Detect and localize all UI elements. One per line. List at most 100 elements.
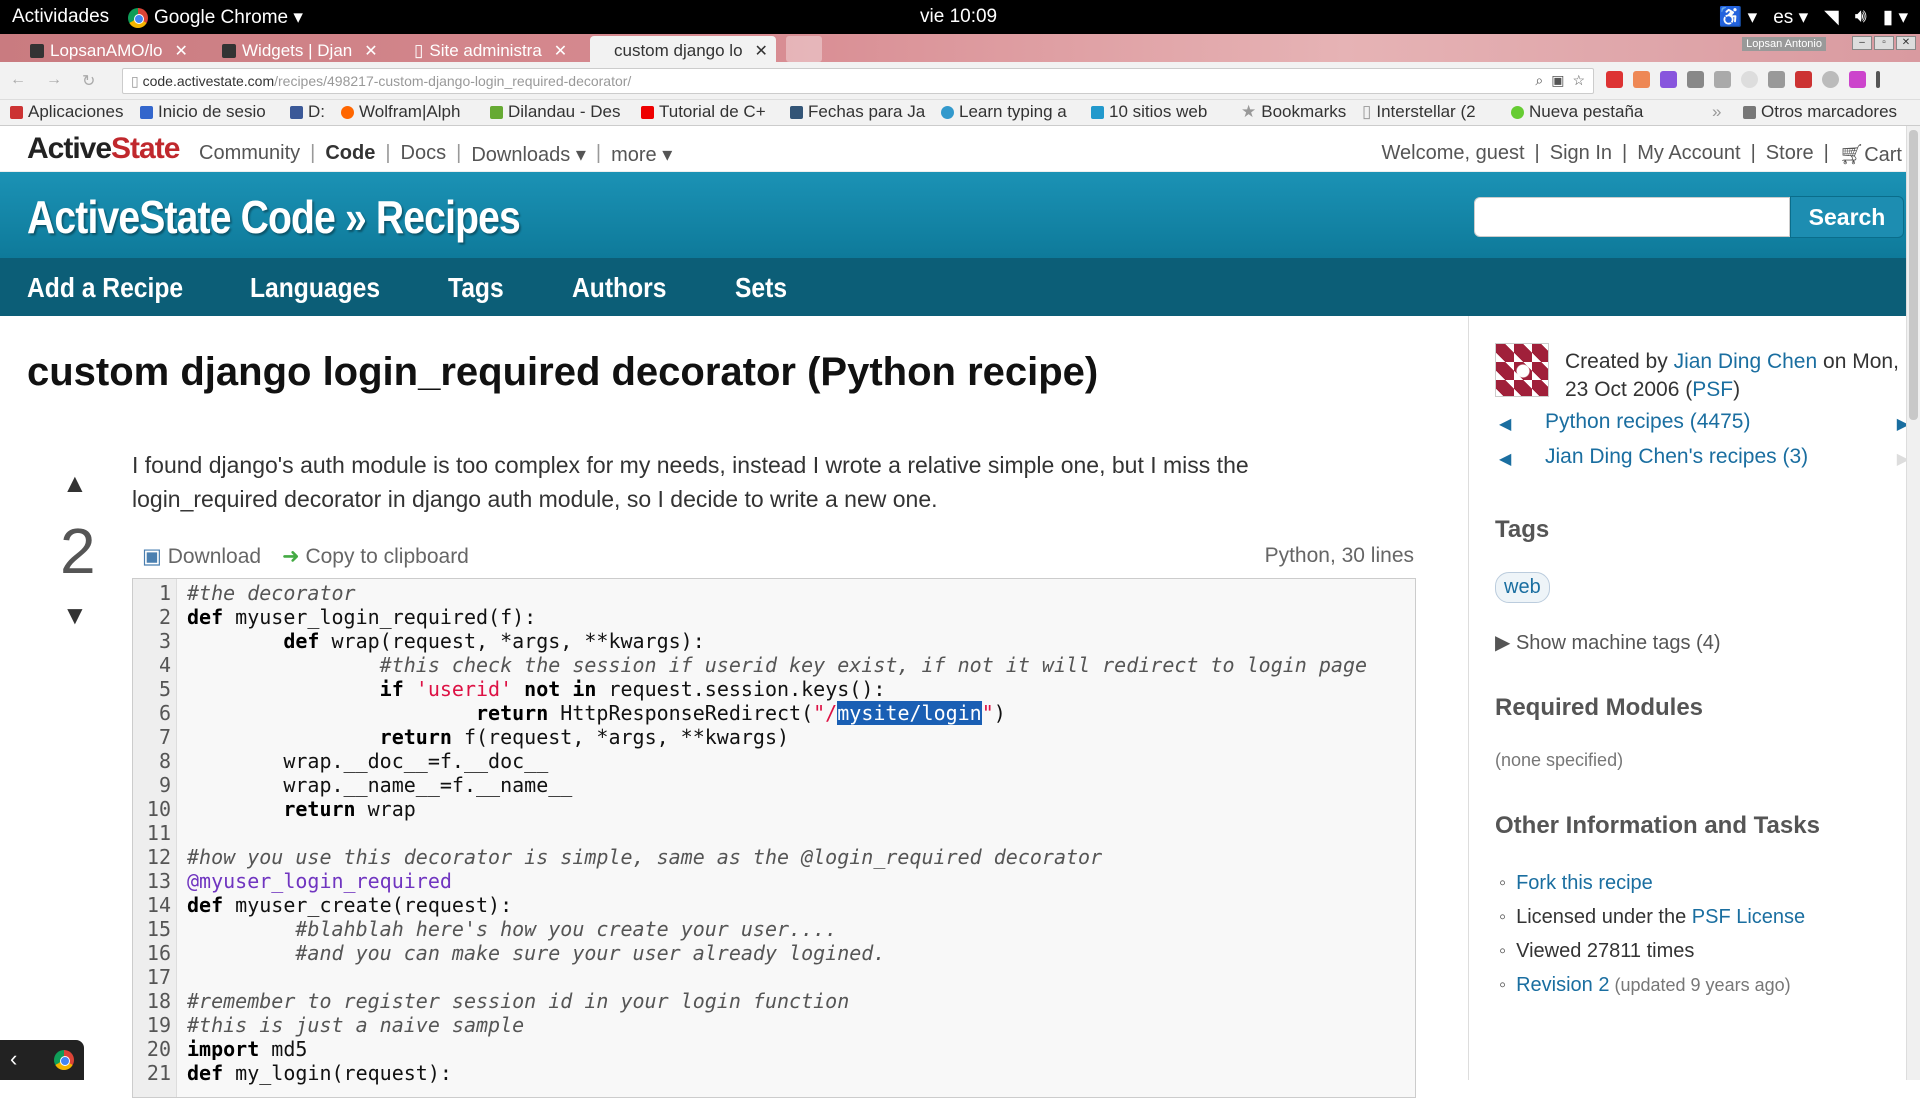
system-tray[interactable]: ♿ ▾ es ▾ ◥ 🔊︎ ▮ ▾	[1719, 5, 1908, 29]
bookmark[interactable]: Nueva pestaña	[1511, 102, 1643, 122]
bookmark[interactable]: Learn typing a	[941, 102, 1067, 122]
store-link[interactable]: Store	[1766, 142, 1814, 167]
bookmark[interactable]: 10 sitios web	[1091, 102, 1207, 122]
menu-icon[interactable]	[1876, 71, 1880, 88]
bookmark[interactable]: Inicio de sesio	[140, 102, 266, 122]
zoom-icon[interactable]: ⌕	[1535, 72, 1543, 89]
chevron-left-icon[interactable]: ‹	[10, 1046, 17, 1072]
close-icon[interactable]: ✕	[174, 41, 187, 61]
chrome-icon[interactable]	[54, 1050, 74, 1070]
close-icon[interactable]: ✕	[755, 41, 768, 61]
back-icon[interactable]: ←	[10, 71, 26, 91]
nav-authors[interactable]: Authors	[572, 272, 666, 304]
new-tab-button[interactable]	[786, 36, 822, 62]
prev-icon[interactable]: ◀	[1499, 414, 1511, 434]
site-title[interactable]: ActiveState Code » Recipes	[27, 190, 521, 244]
bookmark-apps[interactable]: Aplicaciones	[10, 102, 123, 122]
code-line: #and you can make sure your user already…	[295, 941, 886, 965]
other-bookmarks[interactable]: Otros marcadores	[1743, 102, 1897, 122]
extension-icon[interactable]	[1822, 71, 1839, 88]
translate-icon[interactable]: ▣	[1551, 72, 1564, 89]
profile-badge[interactable]: Lopsan Antonio	[1742, 37, 1826, 51]
bookmark[interactable]: ★ Bookmarks	[1241, 102, 1346, 122]
code-block[interactable]: 1 #the decorator 2 def myuser_login_require…	[132, 578, 1416, 1098]
tab-django-widgets[interactable]: Widgets | Djan ✕	[204, 36, 390, 62]
close-icon[interactable]: ✕	[364, 41, 377, 61]
bookmark[interactable]: ▯ Interstellar (2	[1362, 102, 1476, 122]
adblock-icon[interactable]	[1606, 71, 1623, 88]
nav-more[interactable]: more ▾	[611, 142, 672, 167]
django-icon	[222, 44, 236, 58]
download-link[interactable]: ▣ Download	[142, 544, 261, 569]
reload-icon[interactable]: ↻	[82, 71, 95, 91]
tab-site-admin[interactable]: ▯ Site administra ✕	[396, 36, 582, 62]
close-icon[interactable]: ✕	[554, 41, 567, 61]
scrollbar-thumb[interactable]	[1909, 130, 1918, 420]
bookmark[interactable]: D:	[290, 102, 325, 122]
bookmark[interactable]: Tutorial de C+	[641, 102, 766, 122]
wifi-icon[interactable]: ◥	[1824, 6, 1839, 29]
minimize-icon[interactable]: –	[1852, 36, 1872, 50]
extension-icon[interactable]	[1687, 71, 1704, 88]
address-bar[interactable]: ▯ code.activestate.com/recipes/498217-cu…	[122, 68, 1594, 94]
chevron-icon[interactable]: »	[1712, 102, 1721, 122]
nav-docs[interactable]: Docs	[401, 142, 447, 167]
cart-link[interactable]: 🛒︎Cart	[1839, 142, 1902, 167]
bookmark[interactable]: Wolfram|Alph	[341, 102, 460, 122]
extension-icon[interactable]	[1795, 71, 1812, 88]
nav-community[interactable]: Community	[199, 142, 300, 167]
extension-icon[interactable]	[1714, 71, 1731, 88]
nav-tags[interactable]: Tags	[448, 272, 504, 304]
code-line: return f(request, *args, **kwargs)	[379, 725, 790, 749]
activestate-logo[interactable]: ActiveState	[27, 132, 180, 166]
bookmark-star-icon[interactable]: ☆	[1572, 72, 1585, 89]
python-recipes-link[interactable]: Python recipes (4475)	[1545, 410, 1750, 434]
tab-github[interactable]: LopsanAMO/lo ✕	[12, 36, 198, 62]
fork-link[interactable]: Fork this recipe	[1516, 872, 1653, 894]
maximize-icon[interactable]: ▫	[1874, 36, 1894, 50]
chrome-icon	[128, 7, 148, 28]
vote-up-icon[interactable]: ▲	[62, 468, 88, 499]
search-input[interactable]	[1474, 197, 1790, 237]
close-window-icon[interactable]: ✕	[1896, 36, 1916, 50]
bookmark[interactable]: Fechas para Ja	[790, 102, 925, 122]
extension-icon[interactable]	[1741, 71, 1758, 88]
extension-icon[interactable]	[1633, 71, 1650, 88]
forward-icon[interactable]: →	[46, 71, 62, 91]
activities-button[interactable]: Actividades	[12, 6, 109, 28]
scrollbar[interactable]	[1906, 126, 1920, 1080]
extension-icon[interactable]	[1660, 71, 1677, 88]
author-recipes-link[interactable]: Jian Ding Chen's recipes (3)	[1545, 445, 1808, 469]
prev-icon[interactable]: ◀	[1499, 449, 1511, 469]
author-link[interactable]: Jian Ding Chen	[1674, 350, 1818, 373]
volume-icon[interactable]: 🔊︎	[1855, 6, 1867, 28]
vote-down-icon[interactable]: ▼	[62, 600, 88, 631]
clock[interactable]: vie 10:09	[920, 6, 997, 28]
extension-icon[interactable]	[1768, 71, 1785, 88]
search-button[interactable]: Search	[1790, 196, 1904, 238]
recipes-nav: Add a Recipe Languages Tags Authors Sets	[0, 258, 1920, 316]
language-selector[interactable]: es ▾	[1773, 6, 1808, 29]
revision-link[interactable]: Revision 2	[1516, 974, 1609, 996]
nav-languages[interactable]: Languages	[250, 272, 380, 304]
nav-sets[interactable]: Sets	[735, 272, 787, 304]
license-link[interactable]: PSF	[1692, 378, 1733, 401]
extension-icon[interactable]	[1849, 71, 1866, 88]
avatar[interactable]	[1495, 343, 1549, 397]
bookmark[interactable]: Dilandau - Des	[490, 102, 620, 122]
my-account-link[interactable]: My Account	[1637, 142, 1740, 167]
page-info-icon[interactable]: ▯	[131, 73, 143, 89]
other-info-list: Fork this recipe Licensed under the PSF …	[1516, 866, 1805, 1002]
tab-active-recipe[interactable]: custom django lo ✕	[590, 36, 776, 62]
tag-web[interactable]: web	[1495, 572, 1550, 603]
accessibility-icon[interactable]: ♿ ▾	[1719, 5, 1757, 29]
app-menu[interactable]: Google Chrome ▾	[128, 6, 303, 29]
sign-in-link[interactable]: Sign In	[1550, 142, 1612, 167]
show-machine-tags[interactable]: ▶ Show machine tags (4)	[1495, 630, 1720, 655]
battery-icon[interactable]: ▮ ▾	[1883, 6, 1908, 29]
psf-license-link[interactable]: PSF License	[1692, 906, 1805, 928]
copy-to-clipboard-link[interactable]: ➜ Copy to clipboard	[282, 544, 469, 569]
nav-add-recipe[interactable]: Add a Recipe	[27, 272, 183, 304]
nav-downloads[interactable]: Downloads ▾	[471, 142, 586, 167]
nav-code[interactable]: Code	[325, 142, 375, 167]
